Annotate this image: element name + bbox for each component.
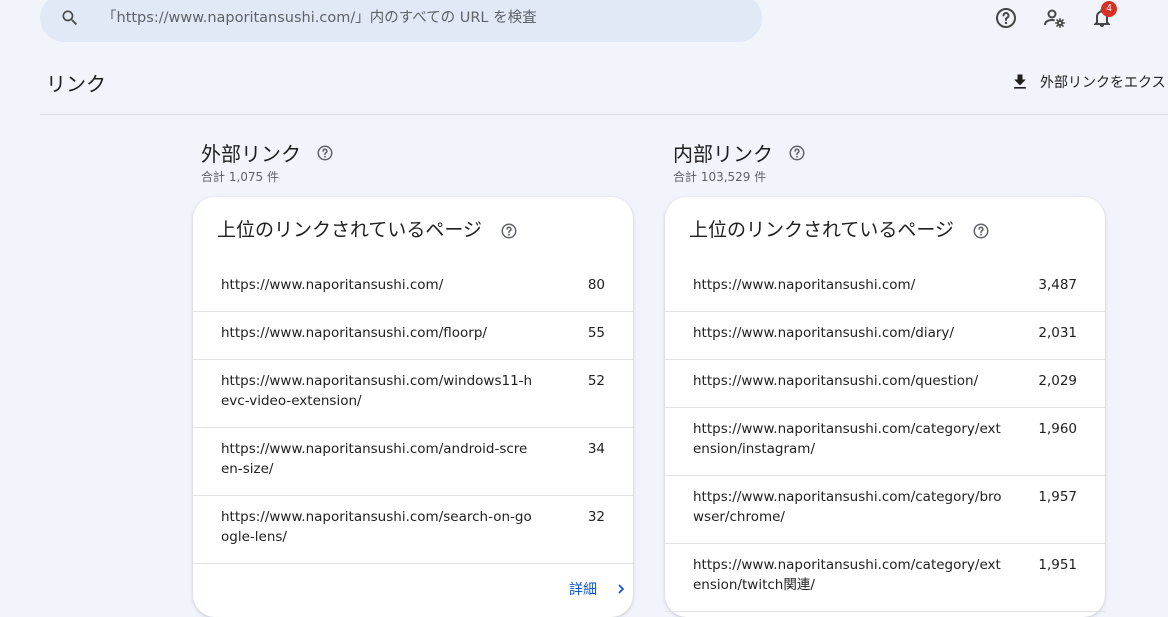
- table-row[interactable]: https://www.naporitansushi.com/search-on…: [193, 496, 633, 564]
- search-input[interactable]: [102, 0, 742, 42]
- link-count: 55: [587, 325, 605, 341]
- external-links-header: 外部リンク 合計 1,075 件: [201, 138, 334, 185]
- link-count: 1,957: [1038, 489, 1077, 505]
- notification-badge: 4: [1101, 1, 1117, 17]
- internal-links-title: 内部リンク: [673, 142, 773, 166]
- table-row[interactable]: https://www.naporitansushi.com/floorp/55: [193, 312, 633, 360]
- details-label: 詳細: [569, 582, 597, 598]
- table-row[interactable]: https://www.naporitansushi.com/category/…: [665, 544, 1105, 612]
- table-row[interactable]: https://www.naporitansushi.com/3,487: [665, 264, 1105, 312]
- link-count: 3,487: [1038, 277, 1077, 293]
- link-count: 2,031: [1038, 325, 1077, 341]
- page-title: リンク: [46, 72, 106, 96]
- table-row[interactable]: https://www.naporitansushi.com/question/…: [665, 360, 1105, 408]
- table-row[interactable]: https://www.naporitansushi.com/category/…: [665, 408, 1105, 476]
- page-url: https://www.naporitansushi.com/: [693, 277, 916, 293]
- internal-top-linked-pages-card: 上位のリンクされているページ https://www.naporitansush…: [665, 197, 1105, 617]
- manage-users-icon[interactable]: [1042, 6, 1066, 30]
- page-url: https://www.naporitansushi.com/windows11…: [221, 373, 533, 409]
- help-icon[interactable]: [972, 222, 990, 240]
- page-url: https://www.naporitansushi.com/category/…: [693, 489, 1002, 525]
- help-icon[interactable]: [994, 6, 1018, 30]
- header-divider: [40, 114, 1168, 115]
- link-count: 52: [587, 373, 605, 389]
- help-icon[interactable]: [500, 222, 518, 240]
- internal-links-header: 内部リンク 合計 103,529 件: [673, 138, 806, 185]
- link-count: 1,960: [1038, 421, 1077, 437]
- link-table: https://www.naporitansushi.com/3,487 htt…: [665, 264, 1105, 612]
- table-row[interactable]: https://www.naporitansushi.com/80: [193, 264, 633, 312]
- page-url: https://www.naporitansushi.com/search-on…: [221, 509, 532, 545]
- search-bar[interactable]: [40, 0, 762, 42]
- card-title: 上位のリンクされているページ: [689, 215, 990, 242]
- help-icon[interactable]: [788, 144, 806, 162]
- external-top-linked-pages-card: 上位のリンクされているページ https://www.naporitansush…: [193, 197, 633, 617]
- table-row[interactable]: https://www.naporitansushi.com/category/…: [665, 476, 1105, 544]
- table-row[interactable]: https://www.naporitansushi.com/windows11…: [193, 360, 633, 428]
- table-row[interactable]: https://www.naporitansushi.com/android-s…: [193, 428, 633, 496]
- page-url: https://www.naporitansushi.com/diary/: [693, 325, 954, 341]
- link-table: https://www.naporitansushi.com/80 https:…: [193, 264, 633, 564]
- page-url: https://www.naporitansushi.com/question/: [693, 373, 979, 389]
- external-links-title: 外部リンク: [201, 142, 301, 166]
- page-url: https://www.naporitansushi.com/floorp/: [221, 325, 487, 341]
- help-icon[interactable]: [316, 144, 334, 162]
- table-row[interactable]: https://www.naporitansushi.com/diary/2,0…: [665, 312, 1105, 360]
- export-label: 外部リンクをエクス: [1040, 75, 1166, 91]
- internal-links-total: 合計 103,529 件: [673, 170, 767, 184]
- page-url: https://www.naporitansushi.com/category/…: [693, 557, 1001, 593]
- card-title-text: 上位のリンクされているページ: [689, 219, 955, 241]
- page-url: https://www.naporitansushi.com/android-s…: [221, 441, 528, 477]
- link-count: 80: [587, 277, 605, 293]
- details-link[interactable]: 詳細: [569, 579, 625, 599]
- page-url: https://www.naporitansushi.com/: [221, 277, 444, 293]
- link-count: 2,029: [1038, 373, 1077, 389]
- chevron-right-icon: [618, 584, 625, 594]
- link-count: 34: [587, 441, 605, 457]
- download-icon: [1014, 74, 1026, 89]
- card-title: 上位のリンクされているページ: [217, 215, 518, 242]
- link-count: 1,951: [1038, 557, 1077, 573]
- link-count: 32: [587, 509, 605, 525]
- card-title-text: 上位のリンクされているページ: [217, 219, 483, 241]
- page-url: https://www.naporitansushi.com/category/…: [693, 421, 1001, 457]
- search-icon[interactable]: [60, 8, 80, 28]
- external-links-total: 合計 1,075 件: [201, 170, 279, 184]
